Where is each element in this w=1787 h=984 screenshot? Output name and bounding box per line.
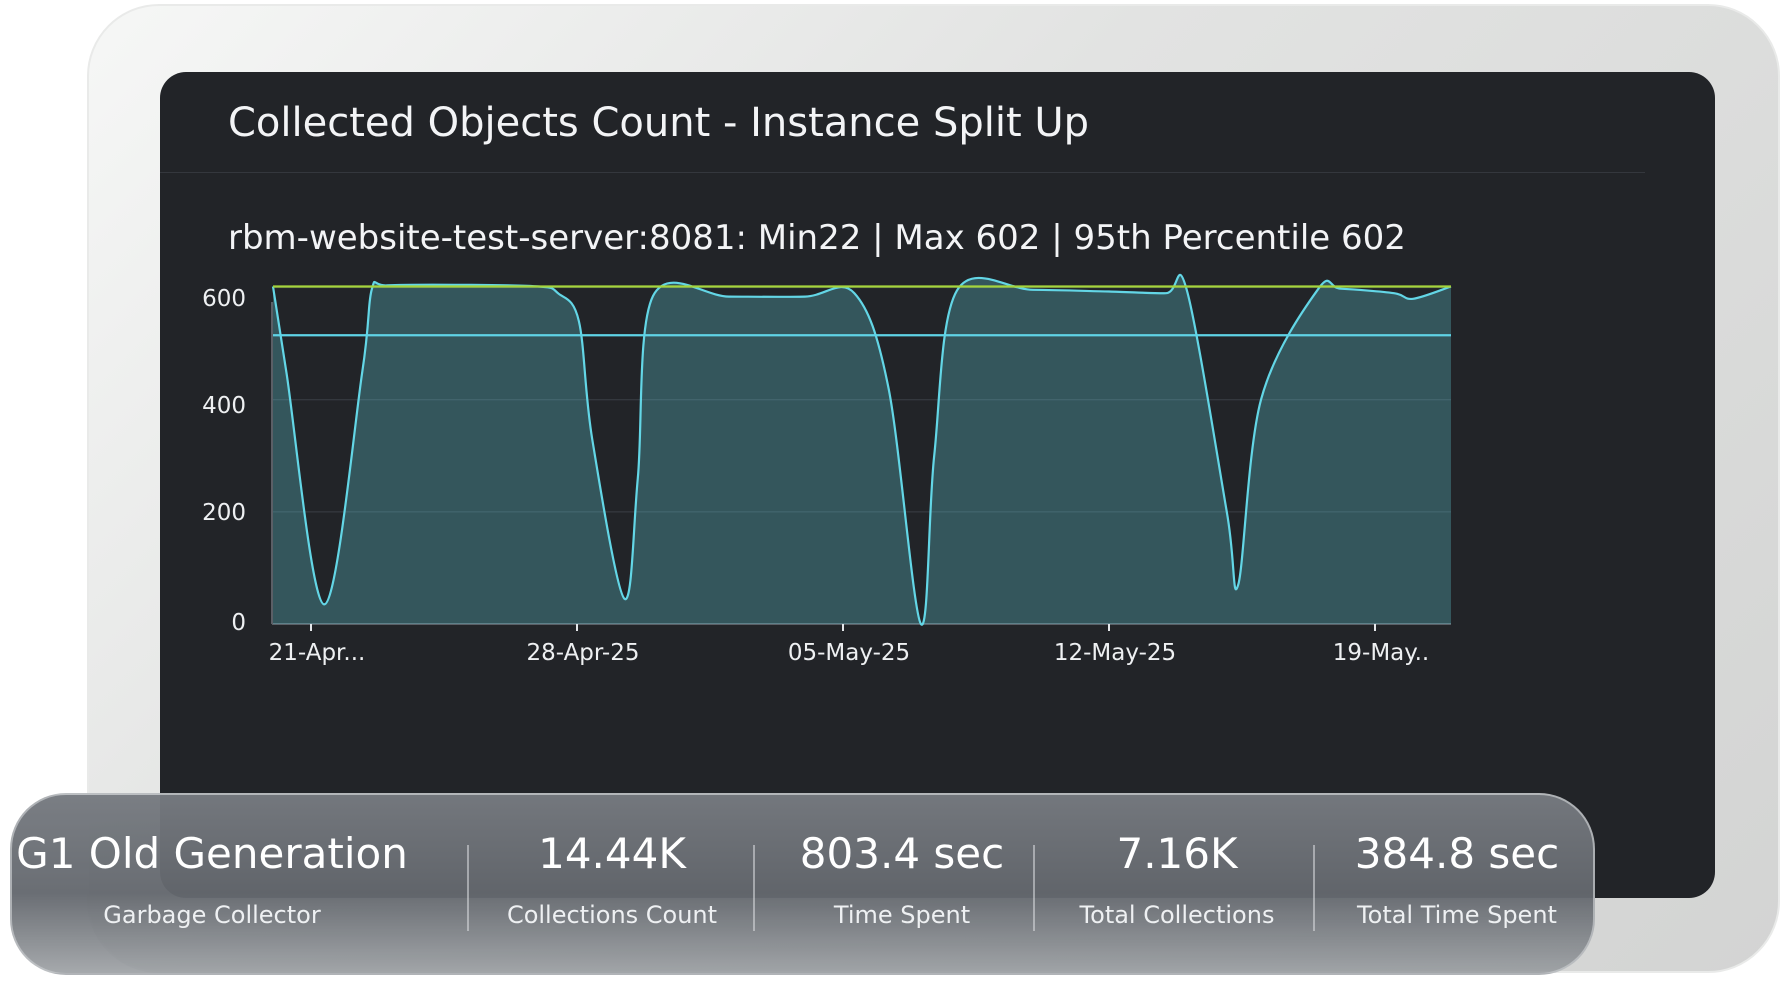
stat-label: Total Time Spent bbox=[1357, 901, 1557, 929]
area-chart: 600 400 200 0 21-Apr... 28-Apr-25 05-May… bbox=[202, 273, 1452, 666]
stat-total-time-spent: 384.8 sec Total Time Spent bbox=[1322, 795, 1592, 973]
x-tick-label: 28-Apr-25 bbox=[527, 640, 640, 666]
y-tick-label: 400 bbox=[202, 393, 246, 419]
stat-label: Total Collections bbox=[1079, 901, 1275, 929]
stat-divider bbox=[753, 845, 755, 931]
stat-collections-count: 14.44K Collections Count bbox=[472, 795, 752, 973]
stat-divider bbox=[1313, 845, 1315, 931]
y-tick-label: 600 bbox=[202, 286, 246, 312]
stat-time-spent: 803.4 sec Time Spent bbox=[762, 795, 1042, 973]
stat-divider bbox=[1033, 845, 1035, 931]
stat-value: 7.16K bbox=[1116, 829, 1238, 878]
series-area-fill bbox=[273, 274, 1451, 625]
y-tick-label: 200 bbox=[202, 500, 246, 526]
stat-label: Time Spent bbox=[833, 901, 971, 929]
stat-value: G1 Old Generation bbox=[16, 829, 408, 878]
stat-value: 384.8 sec bbox=[1354, 829, 1560, 878]
chart-panel: Collected Objects Count - Instance Split… bbox=[160, 72, 1715, 898]
x-tick-label: 21-Apr... bbox=[269, 640, 366, 666]
stat-value: 14.44K bbox=[538, 829, 686, 878]
stats-bar: G1 Old Generation Garbage Collector 14.4… bbox=[10, 793, 1595, 975]
stat-divider bbox=[467, 845, 469, 931]
stat-label: Collections Count bbox=[506, 901, 718, 929]
x-tick-label: 12-May-25 bbox=[1054, 640, 1176, 666]
stat-total-collections: 7.16K Total Collections bbox=[1042, 795, 1312, 973]
stat-garbage-collector: G1 Old Generation Garbage Collector bbox=[12, 795, 412, 973]
x-tick-label: 05-May-25 bbox=[788, 640, 910, 666]
x-tick-label: 19-May.. bbox=[1333, 640, 1429, 666]
stat-value: 803.4 sec bbox=[799, 829, 1005, 878]
y-tick-label: 0 bbox=[231, 610, 246, 636]
stat-label: Garbage Collector bbox=[103, 901, 321, 929]
